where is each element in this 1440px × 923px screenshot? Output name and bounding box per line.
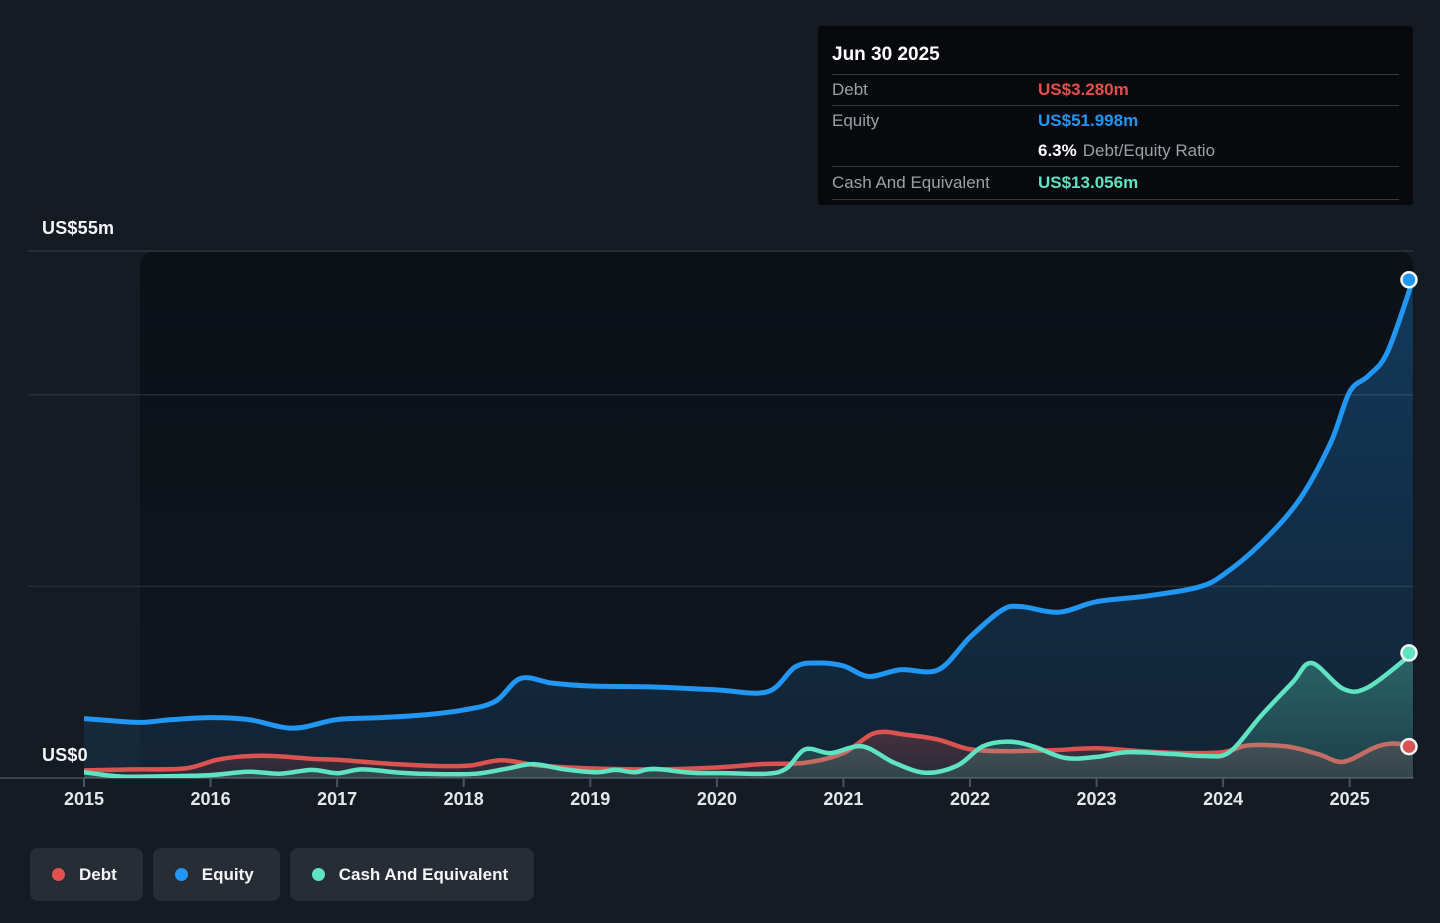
legend-item-debt[interactable]: Debt (30, 848, 143, 901)
tooltip-cash-value: US$13.056m (1038, 173, 1138, 193)
equity-dot-icon (175, 868, 188, 881)
chart-legend: Debt Equity Cash And Equivalent (30, 848, 534, 901)
tooltip-ratio: 6.3% Debt/Equity Ratio (1038, 141, 1215, 161)
tooltip-equity-label: Equity (832, 111, 1038, 131)
legend-item-cash[interactable]: Cash And Equivalent (290, 848, 534, 901)
tooltip-ratio-value: 6.3% (1038, 141, 1077, 160)
debt-equity-chart-page: US$55m US$0 2015 2016 2017 2018 2019 2020 2021… (0, 0, 1440, 923)
x-axis-label-2024: 2024 (1183, 789, 1263, 810)
x-axis-label-2015: 2015 (44, 789, 124, 810)
y-axis-max-label: US$55m (42, 218, 114, 239)
tooltip-cash-label: Cash And Equivalent (832, 173, 1038, 193)
x-axis-label-2022: 2022 (930, 789, 1010, 810)
tooltip-equity-value: US$51.998m (1038, 111, 1138, 131)
x-axis-label-2025: 2025 (1310, 789, 1390, 810)
chart-tooltip: Jun 30 2025 Debt US$3.280m Equity US$51.… (818, 26, 1413, 205)
x-axis-label-2018: 2018 (424, 789, 504, 810)
tooltip-row-debt: Debt US$3.280m (832, 74, 1399, 105)
cash-and-equivalent-end-marker[interactable] (1401, 645, 1416, 660)
x-axis-label-2021: 2021 (803, 789, 883, 810)
debt-end-marker[interactable] (1401, 739, 1416, 754)
x-axis-label-2016: 2016 (171, 789, 251, 810)
tooltip-row-cash: Cash And Equivalent US$13.056m (832, 166, 1399, 200)
equity-end-marker[interactable] (1401, 272, 1416, 287)
debt-dot-icon (52, 868, 65, 881)
x-axis: 2015 2016 2017 2018 2019 2020 2021 2022 2023 2024… (0, 789, 1440, 815)
tooltip-debt-value: US$3.280m (1038, 80, 1129, 100)
y-axis-zero-label: US$0 (42, 745, 88, 766)
x-axis-label-2023: 2023 (1057, 789, 1137, 810)
tooltip-debt-label: Debt (832, 80, 1038, 100)
legend-debt-label: Debt (79, 865, 117, 885)
x-axis-label-2019: 2019 (550, 789, 630, 810)
tooltip-row-equity: Equity US$51.998m (832, 105, 1399, 136)
legend-cash-label: Cash And Equivalent (339, 865, 508, 885)
x-axis-label-2020: 2020 (677, 789, 757, 810)
cash-dot-icon (312, 868, 325, 881)
tooltip-ratio-label: Debt/Equity Ratio (1083, 141, 1215, 160)
legend-item-equity[interactable]: Equity (153, 848, 280, 901)
x-axis-label-2017: 2017 (297, 789, 377, 810)
legend-equity-label: Equity (202, 865, 254, 885)
tooltip-row-ratio: 6.3% Debt/Equity Ratio (832, 136, 1399, 166)
tooltip-date: Jun 30 2025 (832, 36, 1399, 74)
